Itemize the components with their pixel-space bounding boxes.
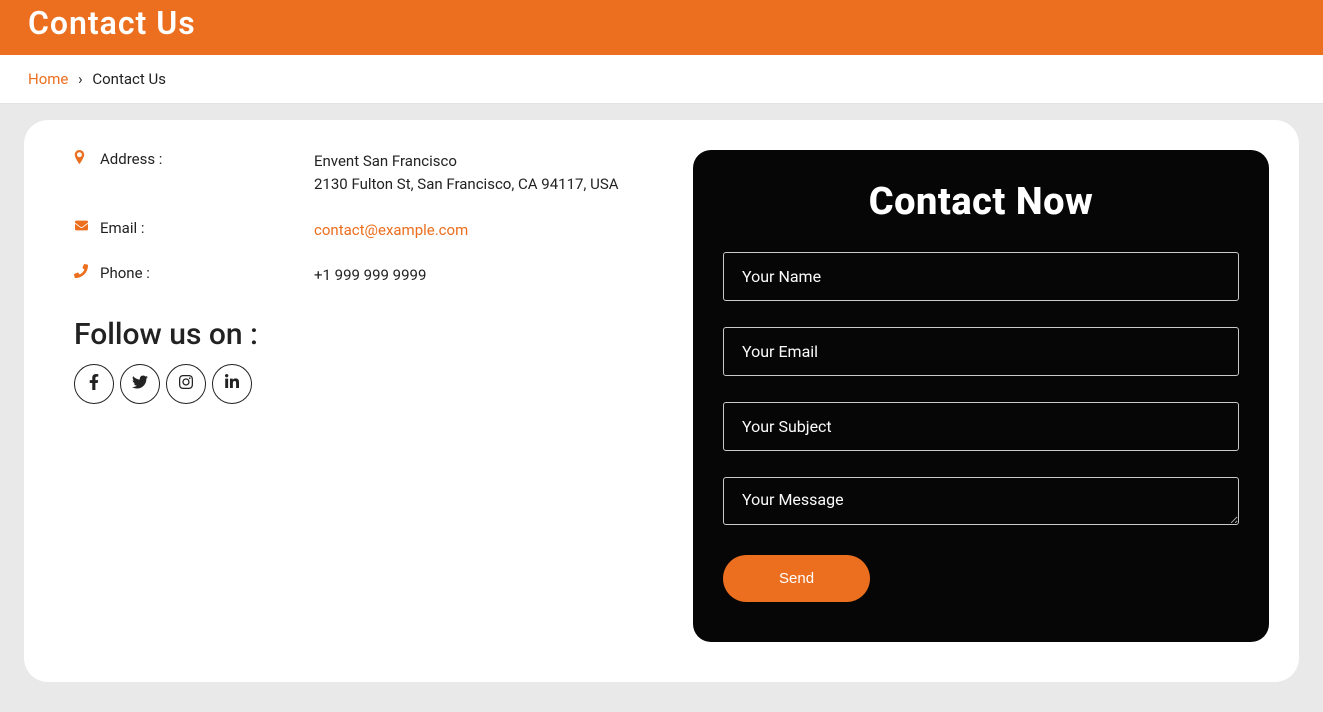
phone-value: +1 999 999 9999	[314, 264, 633, 287]
breadcrumb-home-link[interactable]: Home	[28, 70, 68, 88]
subject-input[interactable]	[723, 402, 1239, 451]
form-title: Contact Now	[723, 180, 1239, 224]
send-button[interactable]: Send	[723, 555, 870, 602]
chevron-right-icon: ›	[78, 70, 83, 88]
social-links	[74, 364, 633, 404]
address-line-1: Envent San Francisco	[314, 150, 633, 173]
map-marker-icon	[74, 150, 100, 164]
email-value: contact@example.com	[314, 219, 633, 242]
email-link[interactable]: contact@example.com	[314, 221, 468, 239]
email-row: Email : contact@example.com	[74, 219, 633, 242]
address-row: Address : Envent San Francisco 2130 Fult…	[74, 150, 633, 197]
content-card: Address : Envent San Francisco 2130 Fult…	[24, 120, 1299, 682]
facebook-icon	[86, 374, 102, 394]
name-input[interactable]	[723, 252, 1239, 301]
address-line-2: 2130 Fulton St, San Francisco, CA 94117,…	[314, 173, 633, 196]
follow-heading: Follow us on :	[74, 317, 633, 352]
page-header: Contact Us	[0, 0, 1323, 55]
facebook-link[interactable]	[74, 364, 114, 404]
phone-row: Phone : +1 999 999 9999	[74, 264, 633, 287]
phone-icon	[74, 264, 100, 278]
address-label: Address :	[74, 150, 314, 197]
email-label: Email :	[74, 219, 314, 242]
address-label-text: Address :	[100, 150, 162, 168]
phone-label-text: Phone :	[100, 264, 150, 282]
linkedin-icon	[224, 374, 240, 394]
email-label-text: Email :	[100, 219, 145, 237]
twitter-icon	[132, 374, 148, 394]
instagram-link[interactable]	[166, 364, 206, 404]
message-textarea[interactable]	[723, 477, 1239, 525]
breadcrumb-current: Contact Us	[92, 70, 166, 88]
email-input[interactable]	[723, 327, 1239, 376]
contact-info-column: Address : Envent San Francisco 2130 Fult…	[54, 150, 653, 642]
contact-form-card: Contact Now Send	[693, 150, 1269, 642]
envelope-icon	[74, 219, 100, 232]
instagram-icon	[178, 374, 194, 394]
twitter-link[interactable]	[120, 364, 160, 404]
linkedin-link[interactable]	[212, 364, 252, 404]
address-value: Envent San Francisco 2130 Fulton St, San…	[314, 150, 633, 197]
breadcrumb: Home › Contact Us	[0, 55, 1323, 104]
phone-label: Phone :	[74, 264, 314, 287]
page-title: Contact Us	[28, 4, 196, 42]
